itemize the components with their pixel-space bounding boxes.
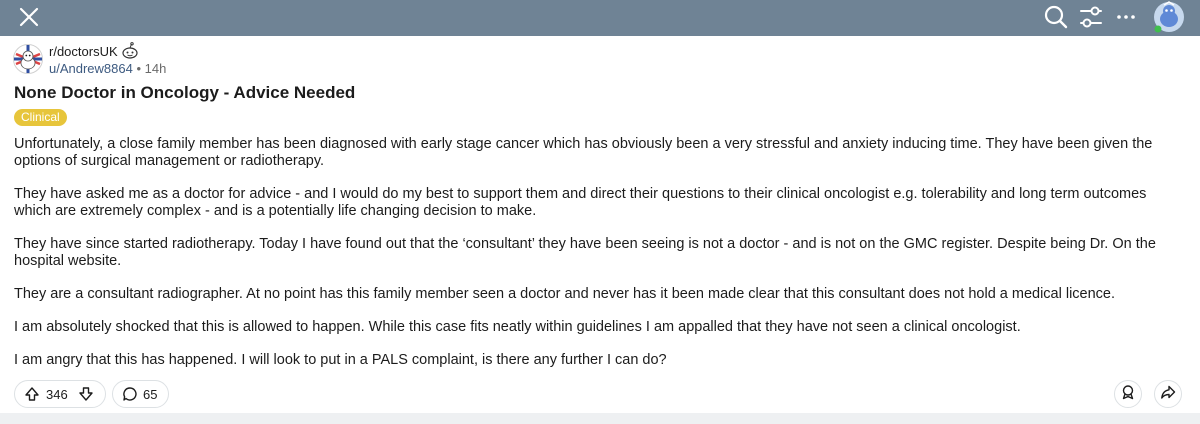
top-bar [0,0,1200,36]
paragraph: They have since started radiotherapy. To… [14,236,1156,269]
search-icon[interactable] [1042,3,1070,31]
upvote-count: 346 [46,386,68,402]
author-name[interactable]: u/Andrew8864 [49,61,133,76]
more-icon[interactable] [1112,3,1140,31]
paragraph: I am absolutely shocked that this is all… [14,319,1021,335]
share-button[interactable] [1154,380,1182,408]
post-age: 14h [144,61,167,76]
award-icon [1120,384,1136,405]
user-avatar[interactable] [1152,0,1186,34]
post-title: None Doctor in Oncology - Advice Needed [14,83,356,102]
upvote-icon[interactable] [24,386,40,402]
comments-button[interactable]: 65 [112,380,169,408]
comment-count: 65 [143,386,158,402]
paragraph: I am angry that this has happened. I wil… [14,352,667,368]
subreddit-name[interactable]: r/doctorsUK [49,44,118,60]
downvote-icon[interactable] [78,386,94,402]
meta-separator: • [136,61,142,76]
comment-icon [122,386,138,402]
award-button[interactable] [1114,380,1142,408]
author-line: u/Andrew8864 • 14h [49,61,166,77]
bottom-divider [0,413,1200,424]
paragraph: Unfortunately, a close family member has… [14,136,1153,169]
filters-icon[interactable] [1077,3,1105,31]
snoo-badge-icon [121,42,139,60]
subreddit-icon[interactable] [13,44,43,74]
post-body: Unfortunately, a close family member has… [14,136,1186,385]
paragraph: They have asked me as a doctor for advic… [14,186,1147,219]
paragraph: They are a consultant radiographer. At n… [14,286,1116,302]
vote-control: 346 [14,380,106,408]
flair-badge[interactable]: Clinical [14,109,67,126]
action-bar: 346 65 [14,380,1186,408]
share-icon [1160,384,1176,405]
close-icon[interactable] [14,2,44,32]
